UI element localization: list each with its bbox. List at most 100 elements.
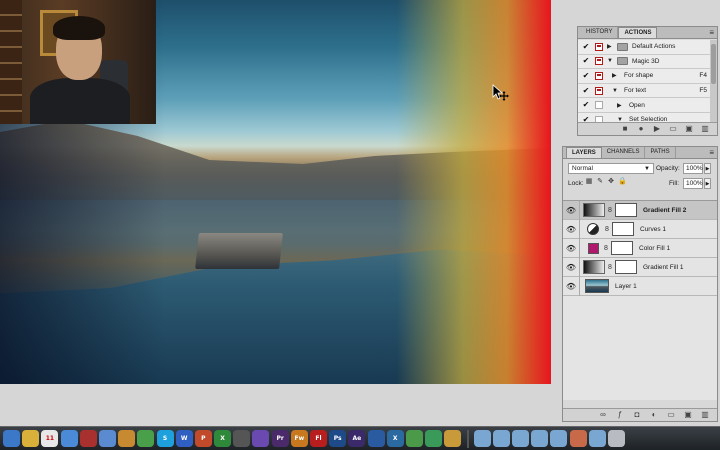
eye-icon[interactable]: 👁 xyxy=(565,244,577,253)
delete-layer-icon[interactable]: ▥ xyxy=(701,411,709,419)
record-icon[interactable]: ● xyxy=(637,125,645,133)
layers-panel-menu-icon[interactable]: ≡ xyxy=(709,148,714,158)
tab-channels[interactable]: CHANNELS xyxy=(602,147,646,158)
sketchup-icon[interactable] xyxy=(425,430,443,447)
x11-icon[interactable]: X xyxy=(386,430,404,447)
chain-link-icon[interactable]: 8 xyxy=(604,226,610,233)
add-mask-icon[interactable]: ◘ xyxy=(633,411,641,419)
new-group-icon[interactable]: ▭ xyxy=(667,411,675,419)
checkmark-icon[interactable]: ✔ xyxy=(581,71,591,81)
eye-icon[interactable]: 👁 xyxy=(565,225,577,234)
layer-style-icon[interactable]: ƒ xyxy=(616,411,624,419)
triangle-collapsed-icon[interactable]: ▶ xyxy=(607,43,615,50)
layer-row[interactable]: 👁 8 Gradient Fill 1 xyxy=(563,257,717,277)
notes-icon[interactable] xyxy=(22,430,40,447)
powerpoint-icon[interactable]: P xyxy=(194,430,212,447)
lock-pixels-icon[interactable]: ✎ xyxy=(596,178,604,186)
triangle-expanded-icon[interactable]: ▼ xyxy=(612,88,620,94)
mask-thumbnail[interactable] xyxy=(612,222,634,236)
layer-row[interactable]: 👁 8 Curves 1 xyxy=(563,219,717,239)
delete-icon[interactable]: ▥ xyxy=(701,125,709,133)
premiere-icon[interactable]: Pr xyxy=(271,430,289,447)
photoshop-icon[interactable]: Ps xyxy=(329,430,347,447)
fill-arrow-icon[interactable]: ▶ xyxy=(704,178,711,189)
mask-thumbnail[interactable] xyxy=(611,241,633,255)
finder-icon[interactable] xyxy=(3,430,20,447)
stop-icon[interactable]: ■ xyxy=(621,125,629,133)
action-row[interactable]: ✔ ▶ Default Actions xyxy=(578,40,710,55)
mask-thumbnail[interactable] xyxy=(615,260,637,274)
link-layers-icon[interactable]: ∞ xyxy=(599,411,607,419)
iphoto-icon[interactable] xyxy=(98,430,116,447)
chrome-icon[interactable] xyxy=(137,430,155,447)
excel-icon[interactable]: X xyxy=(214,430,232,447)
action-row[interactable]: ✔ ▶ Open xyxy=(578,98,710,113)
fireworks-icon[interactable]: Fw xyxy=(290,430,308,447)
folder-stack-2-icon[interactable] xyxy=(550,430,568,447)
dialog-toggle-icon[interactable] xyxy=(595,71,603,80)
action-row[interactable]: ✔ ▶ For shape F4 xyxy=(578,69,710,84)
checkmark-icon[interactable]: ✔ xyxy=(581,100,591,110)
dialog-toggle-icon[interactable] xyxy=(595,86,603,95)
adjustment-layer-icon[interactable]: ◐ xyxy=(650,411,658,419)
folder-docs-icon[interactable] xyxy=(492,430,510,447)
triangle-collapsed-icon[interactable]: ▶ xyxy=(617,102,625,109)
dialog-toggle-icon[interactable] xyxy=(595,42,603,51)
eye-icon[interactable]: 👁 xyxy=(565,282,577,291)
new-layer-icon[interactable]: ▣ xyxy=(684,411,692,419)
gamepad-icon[interactable] xyxy=(444,430,462,447)
eye-icon[interactable]: 👁 xyxy=(565,206,577,215)
dialog-toggle-icon[interactable] xyxy=(595,57,603,66)
layer-row[interactable]: 👁 8 Gradient Fill 2 xyxy=(563,200,717,220)
eye-icon[interactable]: 👁 xyxy=(565,263,577,272)
actions-scrollbar[interactable] xyxy=(710,40,717,123)
layer-row[interactable]: 👁 Layer 1 xyxy=(563,276,717,296)
folder-downloads-icon[interactable] xyxy=(512,430,530,447)
mask-thumbnail[interactable] xyxy=(615,203,637,217)
checkmark-icon[interactable]: ✔ xyxy=(581,86,591,96)
word-icon[interactable]: W xyxy=(175,430,193,447)
paintbrush-icon[interactable] xyxy=(118,430,136,447)
photo-booth-icon[interactable] xyxy=(79,430,97,447)
chain-link-icon[interactable]: 8 xyxy=(603,245,609,252)
skype-icon[interactable]: S xyxy=(156,430,174,447)
photo-stack-icon[interactable] xyxy=(569,430,587,447)
blend-mode-select[interactable]: Normal ▼ xyxy=(568,163,654,174)
lock-position-icon[interactable]: ✥ xyxy=(607,178,615,186)
new-set-icon[interactable]: ▭ xyxy=(669,125,677,133)
checkmark-icon[interactable]: ✔ xyxy=(581,56,591,66)
opacity-field[interactable]: 100% xyxy=(683,163,703,174)
fill-field[interactable]: 100% xyxy=(683,178,703,189)
tab-history[interactable]: HISTORY xyxy=(581,27,619,38)
triangle-expanded-icon[interactable]: ▼ xyxy=(607,58,615,64)
tab-actions[interactable]: ACTIONS xyxy=(618,27,658,38)
lock-transparency-icon[interactable]: ▦ xyxy=(585,178,593,186)
folder-stack-1-icon[interactable] xyxy=(531,430,549,447)
action-row[interactable]: ✔ ▼ For text F5 xyxy=(578,84,710,99)
new-action-icon[interactable]: ▣ xyxy=(685,125,693,133)
triangle-collapsed-icon[interactable]: ▶ xyxy=(612,72,620,79)
chain-link-icon[interactable]: 8 xyxy=(607,207,613,214)
panel-menu-icon[interactable]: ≡ xyxy=(709,28,714,38)
dialog-toggle-icon[interactable] xyxy=(595,101,603,110)
clapper-icon[interactable] xyxy=(233,430,251,447)
flash-icon[interactable]: Fl xyxy=(310,430,327,447)
checkmark-icon[interactable]: ✔ xyxy=(581,42,591,52)
folder-stack-3-icon[interactable] xyxy=(588,430,606,447)
chain-link-icon[interactable]: 8 xyxy=(607,264,613,271)
tab-paths[interactable]: PATHS xyxy=(645,147,676,158)
action-row[interactable]: ✔ ▼ Magic 3D xyxy=(578,55,710,70)
tab-layers[interactable]: LAYERS xyxy=(566,147,602,158)
trash-icon[interactable] xyxy=(608,430,625,447)
evernote-icon[interactable] xyxy=(405,430,423,447)
scroll-thumb[interactable] xyxy=(711,44,716,84)
quicktime-icon[interactable] xyxy=(367,430,385,447)
after-effects-icon[interactable]: Ae xyxy=(348,430,366,447)
imovie-icon[interactable] xyxy=(252,430,270,447)
folder-apps-icon[interactable] xyxy=(473,430,491,447)
lock-all-icon[interactable]: 🔒 xyxy=(618,178,627,186)
play-icon[interactable]: ▶ xyxy=(653,125,661,133)
layer-row[interactable]: 👁 8 Color Fill 1 xyxy=(563,238,717,258)
calendar-icon[interactable]: 11 xyxy=(41,430,59,447)
opacity-arrow-icon[interactable]: ▶ xyxy=(704,163,711,174)
